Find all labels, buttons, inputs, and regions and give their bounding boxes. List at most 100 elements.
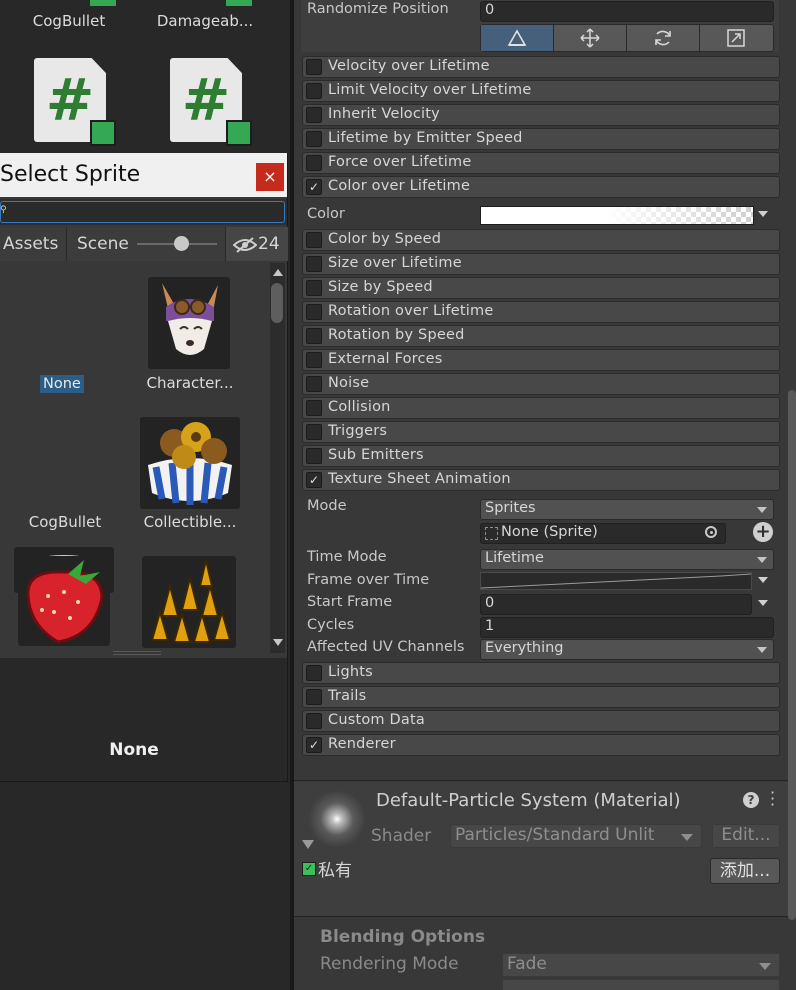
module-texture-sheet-animation[interactable]: ✓ Texture Sheet Animation: [302, 469, 780, 491]
grid-scrollbar[interactable]: [270, 263, 285, 653]
module-inherit-velocity[interactable]: Inherit Velocity: [302, 104, 780, 126]
rendering-mode-dropdown[interactable]: Fade: [502, 953, 780, 977]
scale-tool-button[interactable]: [700, 25, 772, 51]
module-size-over-lifetime[interactable]: Size over Lifetime: [302, 253, 780, 275]
scale-icon: [727, 29, 745, 47]
chevron-down-icon[interactable]: [758, 600, 768, 606]
randomize-position-label: Randomize Position: [307, 1, 449, 17]
window-titlebar[interactable]: Select Sprite ×: [0, 153, 287, 197]
module-checkbox-checked[interactable]: ✓: [306, 179, 322, 195]
hidden-count: 24: [258, 234, 280, 254]
search-input[interactable]: [0, 201, 285, 223]
asset-label[interactable]: Damageab...: [150, 12, 260, 30]
affected-uv-label: Affected UV Channels: [307, 639, 465, 655]
scrollbar-thumb[interactable]: [271, 283, 283, 323]
more-options-icon[interactable]: · · ·: [770, 785, 775, 813]
module-checkbox-checked[interactable]: ✓: [306, 472, 322, 488]
module-checkbox-checked[interactable]: ✓: [306, 737, 322, 753]
time-mode-dropdown[interactable]: Lifetime: [480, 549, 774, 570]
module-checkbox[interactable]: [306, 400, 322, 416]
module-renderer[interactable]: ✓ Renderer: [302, 734, 780, 756]
splitter-handle[interactable]: [113, 651, 161, 652]
module-checkbox[interactable]: [306, 155, 322, 171]
help-icon[interactable]: ?: [743, 792, 759, 808]
frame-over-time-curve[interactable]: [480, 572, 752, 590]
module-rotation-by-speed[interactable]: Rotation by Speed: [302, 325, 780, 347]
sprite-thumb-strawberry[interactable]: [18, 556, 110, 646]
module-checkbox[interactable]: [306, 232, 322, 248]
module-color-by-speed[interactable]: Color by Speed: [302, 229, 780, 251]
module-trails[interactable]: Trails: [302, 686, 780, 708]
scroll-down-icon[interactable]: [273, 639, 283, 646]
module-checkbox[interactable]: [306, 131, 322, 147]
module-checkbox[interactable]: [306, 328, 322, 344]
module-velocity-over-lifetime[interactable]: Velocity over Lifetime: [302, 56, 780, 78]
move-tool-button[interactable]: [554, 25, 627, 51]
module-checkbox[interactable]: [306, 376, 322, 392]
module-color-over-lifetime[interactable]: ✓ Color over Lifetime: [302, 176, 780, 198]
module-external-forces[interactable]: External Forces: [302, 349, 780, 371]
module-checkbox[interactable]: [306, 352, 322, 368]
module-checkbox[interactable]: [306, 304, 322, 320]
zoom-slider-handle[interactable]: [174, 236, 189, 251]
module-custom-data[interactable]: Custom Data: [302, 710, 780, 732]
close-button[interactable]: ×: [256, 163, 284, 191]
module-rotation-over-lifetime[interactable]: Rotation over Lifetime: [302, 301, 780, 323]
shader-dropdown[interactable]: Particles/Standard Unlit: [450, 824, 702, 848]
hidden-packages-button[interactable]: 24: [225, 227, 288, 261]
module-size-by-speed[interactable]: Size by Speed: [302, 277, 780, 299]
module-checkbox[interactable]: [306, 665, 322, 681]
module-triggers[interactable]: Triggers: [302, 421, 780, 443]
randomize-position-field[interactable]: 0: [480, 1, 774, 22]
start-frame-field[interactable]: 0: [480, 594, 752, 615]
edit-shape-button[interactable]: [481, 25, 554, 51]
module-checkbox[interactable]: [306, 280, 322, 296]
shader-label: Shader: [371, 826, 432, 846]
module-checkbox[interactable]: [306, 689, 322, 705]
sprite-grid: None Character... CogBullet Collectible.…: [0, 261, 287, 651]
affected-uv-dropdown[interactable]: Everything: [480, 639, 774, 660]
module-lifetime-by-emitter-speed[interactable]: Lifetime by Emitter Speed: [302, 128, 780, 150]
module-limit-velocity[interactable]: Limit Velocity over Lifetime: [302, 80, 780, 102]
chevron-down-icon[interactable]: [758, 577, 768, 583]
add-button[interactable]: 添加...: [710, 858, 780, 884]
inspector-scrollbar-thumb[interactable]: [788, 390, 796, 920]
sprite-label: CogBullet: [28, 513, 102, 531]
scroll-up-icon[interactable]: [273, 269, 283, 276]
edit-shader-button[interactable]: Edit...: [712, 824, 780, 848]
module-checkbox[interactable]: [306, 256, 322, 272]
module-lights[interactable]: Lights: [302, 662, 780, 684]
color-mode-dropdown[interactable]: [502, 979, 780, 990]
color-gradient-field[interactable]: [480, 206, 754, 225]
cycles-field[interactable]: 1: [480, 617, 774, 638]
module-checkbox[interactable]: [306, 83, 322, 99]
csharp-script-icon[interactable]: #: [170, 58, 252, 146]
module-checkbox[interactable]: [306, 713, 322, 729]
module-checkbox[interactable]: [306, 107, 322, 123]
gradient-dropdown-icon[interactable]: [758, 211, 768, 217]
private-checkbox[interactable]: ✓: [302, 862, 316, 876]
material-title: Default-Particle System (Material): [376, 790, 681, 811]
sprite-object-field[interactable]: None (Sprite): [480, 523, 726, 544]
csharp-script-icon[interactable]: #: [34, 58, 116, 146]
module-checkbox[interactable]: [306, 59, 322, 75]
sprite-thumb-collectible[interactable]: [140, 417, 240, 509]
rotate-tool-button[interactable]: [627, 25, 700, 51]
sprite-thumb-spikes[interactable]: [142, 556, 236, 648]
module-checkbox[interactable]: [306, 448, 322, 464]
foldout-arrow-icon[interactable]: [302, 840, 314, 849]
module-sub-emitters[interactable]: Sub Emitters: [302, 445, 780, 467]
mode-dropdown[interactable]: Sprites: [480, 499, 774, 520]
sprite-item-none[interactable]: None: [40, 375, 84, 393]
module-noise[interactable]: Noise: [302, 373, 780, 395]
module-collision[interactable]: Collision: [302, 397, 780, 419]
tab-scene[interactable]: Scene: [77, 227, 129, 261]
add-sprite-icon[interactable]: +: [753, 522, 773, 542]
rendering-mode-label: Rendering Mode: [320, 954, 459, 974]
script-badge: [90, 0, 116, 6]
module-force-over-lifetime[interactable]: Force over Lifetime: [302, 152, 780, 174]
module-checkbox[interactable]: [306, 424, 322, 440]
sprite-thumb-character[interactable]: [148, 277, 230, 369]
asset-label[interactable]: CogBullet: [14, 12, 124, 30]
tab-assets[interactable]: Assets: [3, 227, 58, 261]
